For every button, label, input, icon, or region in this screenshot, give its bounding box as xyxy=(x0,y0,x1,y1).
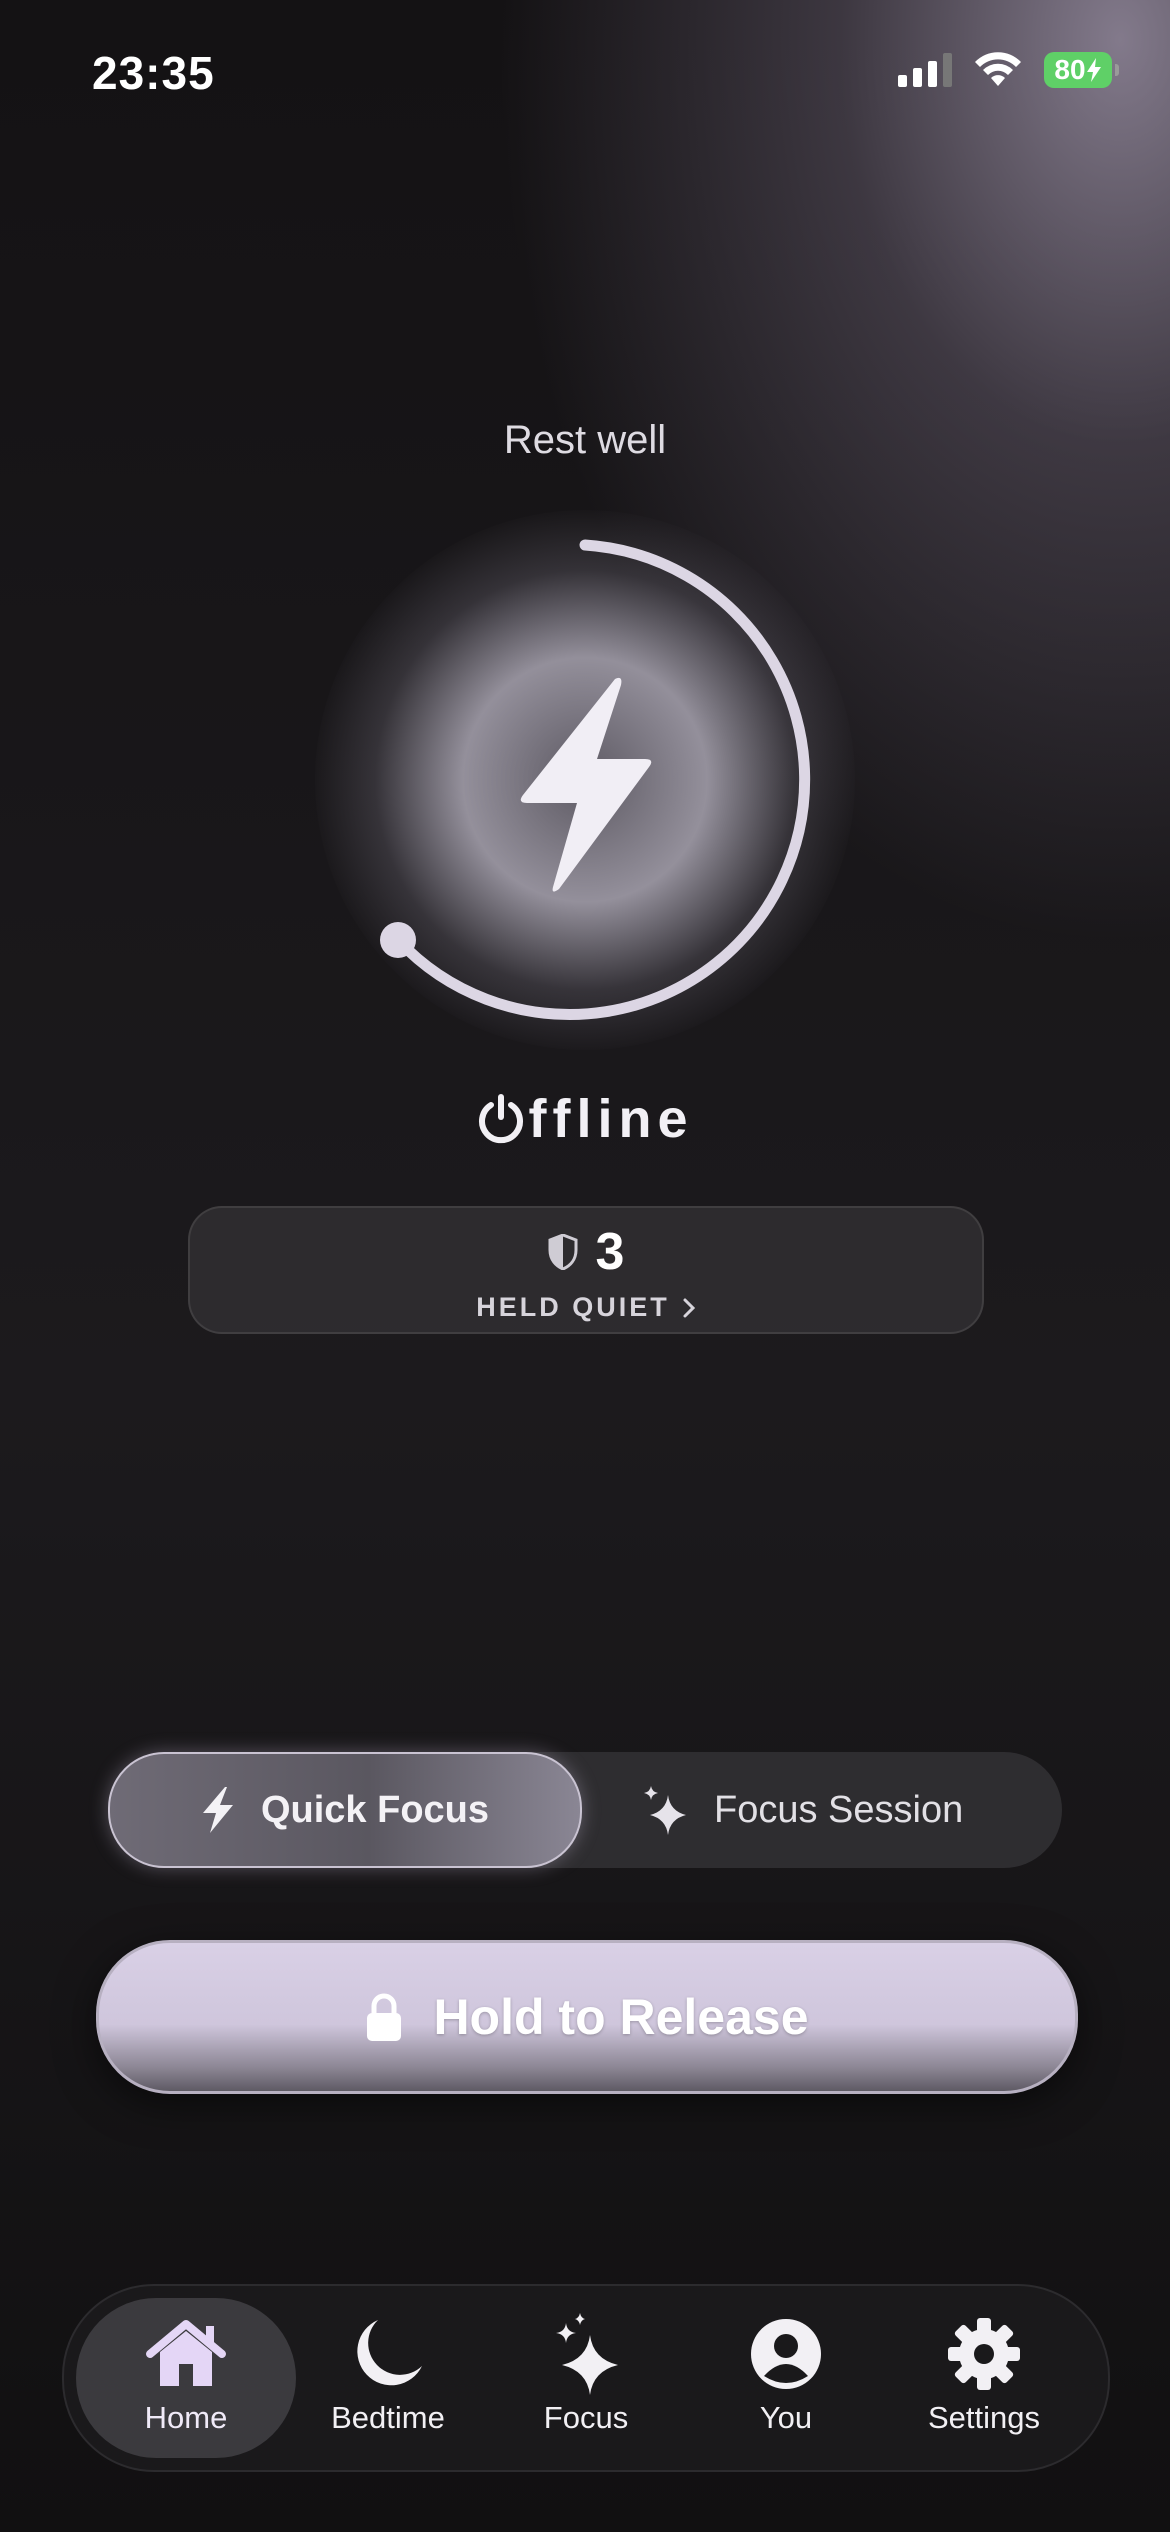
focus-ring xyxy=(315,510,855,1050)
tab-you[interactable]: You xyxy=(686,2298,886,2458)
person-icon xyxy=(751,2319,821,2389)
tab-bar: Home Bedtime Focus You Settings xyxy=(62,2284,1110,2472)
held-count: 3 xyxy=(595,1223,625,1281)
gear-icon xyxy=(948,2318,1020,2390)
tab-bedtime-label: Bedtime xyxy=(331,2400,445,2435)
tab-focus-label: Focus xyxy=(543,2400,629,2435)
held-count-row: 3 xyxy=(190,1222,982,1282)
bolt-icon xyxy=(520,677,652,892)
tab-settings-label: Settings xyxy=(927,2400,1040,2435)
moon-icon xyxy=(357,2320,422,2386)
tab-focus[interactable]: Focus xyxy=(486,2298,686,2458)
held-quiet-card[interactable]: 3 HELD QUIET xyxy=(188,1206,984,1334)
chevron-right-icon xyxy=(683,1298,695,1317)
charging-bolt-icon xyxy=(1086,58,1101,82)
tab-home-label: Home xyxy=(144,2400,228,2435)
quick-focus-tab[interactable]: Quick Focus xyxy=(108,1752,582,1868)
status-icons: 80 xyxy=(898,52,1119,88)
mode-selector: Quick Focus Focus Session xyxy=(108,1752,1062,1868)
release-label: Hold to Release xyxy=(433,1989,809,2045)
tab-you-label: You xyxy=(759,2400,813,2435)
focus-session-tab[interactable]: Focus Session xyxy=(618,1752,1062,1868)
battery-level: 80 xyxy=(1054,54,1086,85)
shield-icon xyxy=(548,1234,578,1270)
held-label-row: HELD QUIET xyxy=(190,1292,982,1323)
offline-label: ffline xyxy=(528,1089,694,1149)
sparkles-icon xyxy=(556,2313,618,2395)
sparkles-icon xyxy=(644,1786,686,1835)
hold-to-release-button[interactable]: Hold to Release xyxy=(96,1940,1078,2094)
home-icon xyxy=(146,2320,226,2386)
wifi-icon xyxy=(975,52,1021,86)
battery-icon: 80 xyxy=(1044,52,1119,88)
offline-status: ffline xyxy=(0,1088,1170,1150)
progress-knob xyxy=(380,922,416,958)
focus-session-label: Focus Session xyxy=(714,1788,964,1831)
tab-bedtime[interactable]: Bedtime xyxy=(288,2298,488,2458)
status-time: 23:35 xyxy=(92,47,215,99)
cellular-signal-icon xyxy=(898,53,952,87)
power-icon xyxy=(478,1094,523,1144)
held-label: HELD QUIET xyxy=(476,1292,670,1322)
bolt-icon xyxy=(202,1787,233,1833)
greeting-text: Rest well xyxy=(503,418,667,462)
tab-settings[interactable]: Settings xyxy=(884,2298,1084,2458)
tab-home[interactable]: Home xyxy=(76,2298,296,2458)
lock-icon xyxy=(367,1993,402,2041)
quick-focus-label: Quick Focus xyxy=(260,1788,490,1831)
